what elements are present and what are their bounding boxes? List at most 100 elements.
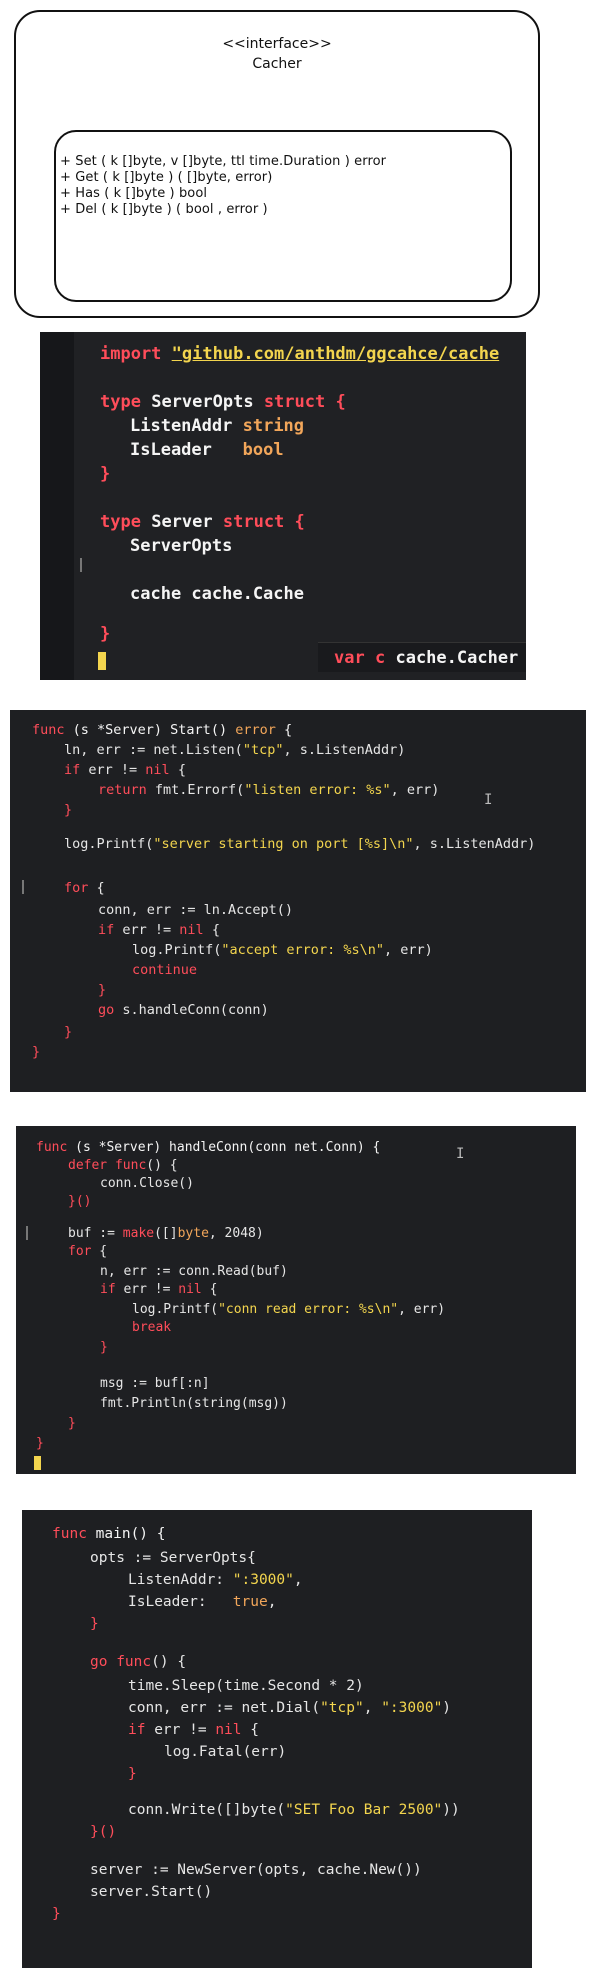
closing-brace: }() [68,1194,92,1209]
keyword: make [122,1226,155,1241]
code-line: log.Printf("accept error: %s\n", err) [132,942,433,958]
keyword: for [64,880,89,896]
keyword: func [32,722,65,738]
uml-methods-box: + Set ( k []byte, v []byte, ttl time.Dur… [54,130,512,302]
keyword: func [36,1140,68,1155]
code-text: ) [442,1700,452,1716]
type-name: Server [151,512,213,532]
editor-cursor [98,652,106,670]
closing-brace: } [68,1416,76,1431]
code-text: , err) [390,782,440,798]
code-text: conn, err := net.Dial( [128,1700,321,1716]
code-text: , err) [398,1302,446,1317]
type: error [235,722,276,738]
keyword: nil [179,922,204,938]
string: "accept error: %s\n" [221,942,384,958]
code-text: fmt.Errorf( [146,782,245,798]
hint-keyword: var [334,648,365,668]
code-text: { [88,880,105,896]
code-line: log.Printf("server starting on port [%s]… [64,836,535,852]
code-line: func main() { [52,1526,166,1542]
text-cursor-mark [80,558,82,572]
closing-brace: } [100,624,111,644]
code-text: , s.ListenAddr) [413,836,536,852]
code-line: if err != nil { [64,762,186,778]
text-cursor-mark [26,1226,28,1240]
code-panel-handleconn: func (s *Server) handleConn(conn net.Con… [16,1126,576,1474]
code-text: log.Printf( [64,836,154,852]
code-line: defer func() { [68,1158,178,1173]
code-text: (s *Server) Start() [64,722,236,738]
code-panel-main: func main() { opts := ServerOpts{ Listen… [22,1510,532,1968]
code-line: for { [64,880,105,896]
code-line: type ServerOpts struct { [100,392,346,412]
keyword: go [98,1002,115,1018]
code-text: , s.ListenAddr) [283,742,406,758]
code-line: msg := buf[:n] [100,1376,210,1391]
code-text: , err) [383,942,433,958]
code-text: { [203,922,220,938]
code-line: type Server struct { [100,512,305,532]
code-line: server := NewServer(opts, cache.New()) [90,1862,422,1878]
code-line: conn, err := net.Dial("tcp", ":3000") [128,1700,451,1716]
code-text: err != [145,1722,216,1738]
code-text: log.Printf( [132,1302,219,1317]
embedded-field: ServerOpts [130,536,233,556]
keyword: continue [132,962,198,978]
closing-brace: } [98,982,107,998]
code-text: , 2048) [208,1226,264,1241]
keyword: for [68,1244,92,1259]
closing-brace: } [52,1906,61,1922]
string: "listen error: %s" [244,782,391,798]
code-line: if err != nil { [98,922,220,938]
hint-type: cache.Cacher [395,648,519,668]
code-text: , [363,1700,382,1716]
code-text: err != [114,922,180,938]
field-type: string [242,416,305,436]
closing-brace: } [100,464,111,484]
code-text: , [267,1594,277,1610]
uml-interface-name: Cacher [252,56,302,72]
code-line: if err != nil { [128,1722,259,1738]
keyword: if [64,762,81,778]
closing-brace: }() [90,1824,117,1840]
code-line: if err != nil { [100,1282,217,1297]
code-text: { [241,1722,259,1738]
code-line: IsLeader bool [130,440,284,460]
code-line: import "github.com/anthdm/ggcahce/cache [100,344,499,364]
code-text: ln, err := net.Listen( [64,742,243,758]
keyword: nil [215,1722,242,1738]
code-text: () { [151,1654,187,1670]
string: "SET Foo Bar 2500" [285,1802,443,1818]
string: "tcp" [320,1700,364,1716]
keyword: return [98,782,147,798]
editor-gutter [40,332,74,680]
code-line: ListenAddr string [130,416,304,436]
code-text: { [169,762,186,778]
cache-field: cache cache.Cache [130,584,304,604]
string: ":3000" [232,1572,294,1588]
code-line: opts := ServerOpts{ [90,1550,256,1566]
string: "server starting on port [%s]\n" [153,836,414,852]
keyword: struct [263,392,326,412]
keyword: if [128,1722,146,1738]
code-line: n, err := conn.Read(buf) [100,1264,288,1279]
code-line: IsLeader: true, [128,1594,276,1610]
string: "conn read error: %s\n" [218,1302,399,1317]
code-text: log.Printf( [132,942,222,958]
field-name: ListenAddr [130,416,233,436]
code-line: go func() { [90,1654,186,1670]
code-line: for { [68,1244,107,1259]
code-line: go s.handleConn(conn) [98,1002,269,1018]
keyword: struct [222,512,285,532]
code-text: ([] [154,1226,178,1241]
keyword: if [100,1282,116,1297]
code-line: func (s *Server) handleConn(conn net.Con… [36,1140,380,1155]
brace: { [294,512,305,532]
value: true [232,1594,268,1610]
code-text: { [275,722,293,738]
keyword: nil [178,1282,202,1297]
code-text: conn.Write([]byte( [128,1802,286,1818]
code-text: )) [442,1802,460,1818]
code-panel-start: func (s *Server) Start() error { ln, err… [10,710,586,1092]
